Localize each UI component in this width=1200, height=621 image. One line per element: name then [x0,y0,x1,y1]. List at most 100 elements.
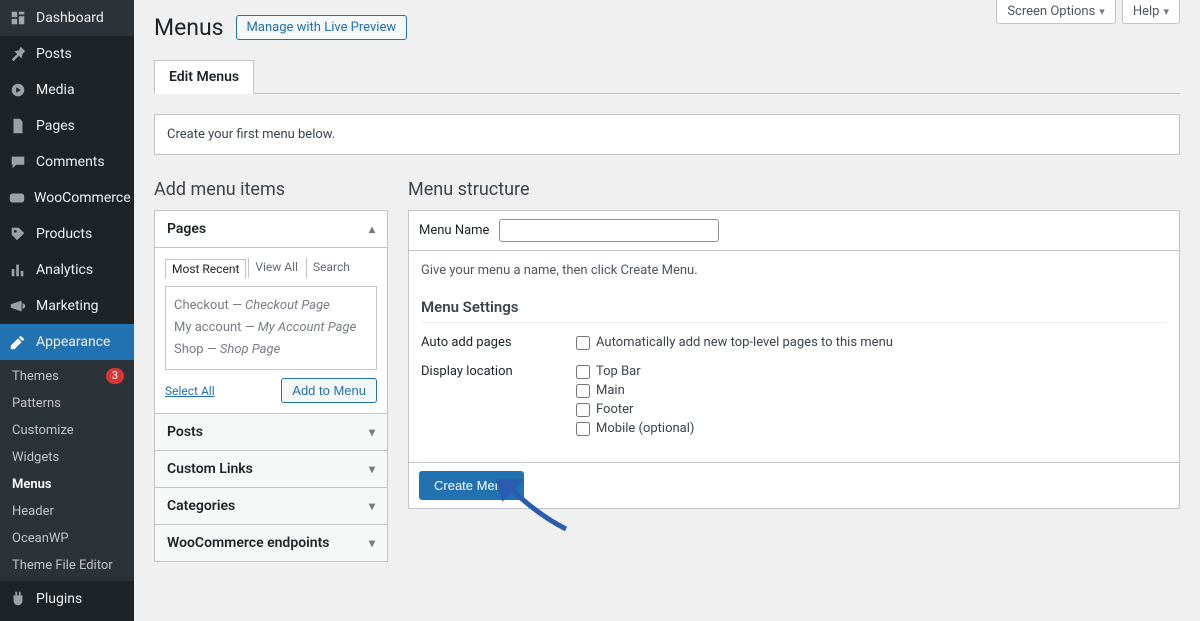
accordion-wc-endpoints-header[interactable]: WooCommerce endpoints ▾ [155,525,387,561]
location-footer-checkbox[interactable] [576,403,590,417]
sidebar-item-users[interactable]: Users [0,617,134,621]
create-menu-button[interactable]: Create Menu [419,471,524,500]
accordion-title: Categories [167,498,235,514]
sidebar-label: Dashboard [36,10,104,26]
sub-label: Widgets [12,450,59,465]
sub-label: Patterns [12,396,61,411]
location-mobile-checkbox[interactable] [576,422,590,436]
sub-label: Themes [12,369,59,384]
accordion-pages-title: Pages [167,221,206,237]
screen-options-button[interactable]: Screen Options [996,0,1116,24]
location-footer-label: Footer [596,402,633,417]
sidebar-item-comments[interactable]: Comments [0,144,134,180]
accordion-title: Custom Links [167,461,253,477]
location-top-bar-checkbox[interactable] [576,365,590,379]
help-label: Help [1133,4,1160,19]
tab-nav: Edit Menus [154,59,1180,94]
sidebar-label: Media [36,82,75,98]
comments-icon [8,152,28,172]
sub-customize[interactable]: Customize [0,417,134,444]
inner-tab-search[interactable]: Search [306,258,356,278]
add-menu-items-heading: Add menu items [154,179,388,200]
auto-add-checkbox[interactable] [576,336,590,350]
location-top-bar-label: Top Bar [596,364,641,379]
add-menu-items-column: Add menu items Pages ▴ Most Recent View … [154,179,388,562]
sidebar-label: Appearance [36,334,110,350]
sidebar-label: Products [36,226,92,242]
sub-oceanwp[interactable]: OceanWP [0,525,134,552]
page-title: Menus [154,14,224,41]
sidebar-item-woocommerce[interactable]: WooCommerce [0,180,134,216]
help-button[interactable]: Help [1122,0,1180,24]
caret-up-icon: ▴ [369,222,375,236]
inner-tab-view-all[interactable]: View All [248,258,304,278]
sub-header[interactable]: Header [0,498,134,525]
page-item-name: Shop [174,342,204,357]
sidebar-label: Analytics [36,262,93,278]
menu-structure-column: Menu structure Menu Name Give your menu … [408,179,1180,509]
add-to-menu-button[interactable]: Add to Menu [281,378,377,403]
sub-label: Menus [12,477,52,492]
accordion-title: WooCommerce endpoints [167,535,329,551]
menu-hint: Give your menu a name, then click Create… [421,263,1167,278]
sidebar-item-media[interactable]: Media [0,72,134,108]
caret-down-icon: ▾ [369,462,375,476]
woocommerce-icon [8,188,26,208]
page-item-name: My account [174,320,241,335]
caret-down-icon: ▾ [369,499,375,513]
sidebar-item-products[interactable]: Products [0,216,134,252]
sub-menus[interactable]: Menus [0,471,134,498]
sidebar-item-marketing[interactable]: Marketing [0,288,134,324]
sidebar-item-pages[interactable]: Pages [0,108,134,144]
page-item-suffix: — Checkout Page [229,298,330,313]
display-location-label: Display location [421,364,516,379]
select-all-link[interactable]: Select All [165,384,215,398]
menu-panel: Menu Name Give your menu a name, then cl… [408,210,1180,509]
pages-icon [8,116,28,136]
first-menu-notice: Create your first menu below. [154,114,1180,155]
accordion-title: Posts [167,424,203,440]
sidebar-label: Marketing [36,298,99,314]
sidebar-item-analytics[interactable]: Analytics [0,252,134,288]
location-main-checkbox[interactable] [576,384,590,398]
accordion-custom-links-header[interactable]: Custom Links ▾ [155,451,387,487]
menu-settings-title: Menu Settings [421,298,1167,323]
pages-panel: Most Recent View All Search Checkout — C… [155,247,387,413]
sub-label: Customize [12,423,74,438]
sidebar-label: Posts [36,46,72,62]
sub-widgets[interactable]: Widgets [0,444,134,471]
accordion-categories-header[interactable]: Categories ▾ [155,488,387,524]
sidebar-item-posts[interactable]: Posts [0,36,134,72]
tab-edit-menus[interactable]: Edit Menus [154,60,254,94]
page-list-item: Checkout — Checkout Page [174,295,368,317]
pin-icon [8,44,28,64]
sub-label: OceanWP [12,531,69,546]
auto-add-label: Auto add pages [421,335,516,350]
caret-down-icon: ▾ [369,425,375,439]
sub-label: Header [12,504,54,519]
sidebar-item-dashboard[interactable]: Dashboard [0,0,134,36]
menu-name-input[interactable] [499,219,719,242]
dashboard-icon [8,8,28,28]
location-mobile-label: Mobile (optional) [596,421,694,436]
sidebar-label: Comments [36,154,105,170]
sub-patterns[interactable]: Patterns [0,390,134,417]
sidebar-label: WooCommerce [34,190,131,206]
sub-theme-file-editor[interactable]: Theme File Editor [0,552,134,579]
sidebar-item-appearance[interactable]: Appearance [0,324,134,360]
analytics-icon [8,260,28,280]
sub-themes[interactable]: Themes 3 [0,362,134,390]
page-item-suffix: — My Account Page [241,320,356,335]
accordion-posts-header[interactable]: Posts ▾ [155,414,387,450]
sidebar-item-plugins[interactable]: Plugins [0,581,134,617]
accordion: Pages ▴ Most Recent View All Search Chec… [154,210,388,562]
sub-label: Theme File Editor [12,558,113,573]
screen-options-label: Screen Options [1007,4,1095,19]
inner-tab-most-recent[interactable]: Most Recent [165,259,246,279]
appearance-icon [8,332,28,352]
megaphone-icon [8,296,28,316]
products-icon [8,224,28,244]
accordion-pages-header[interactable]: Pages ▴ [155,211,387,247]
page-list-item: My account — My Account Page [174,317,368,339]
manage-live-preview-button[interactable]: Manage with Live Preview [236,15,408,40]
